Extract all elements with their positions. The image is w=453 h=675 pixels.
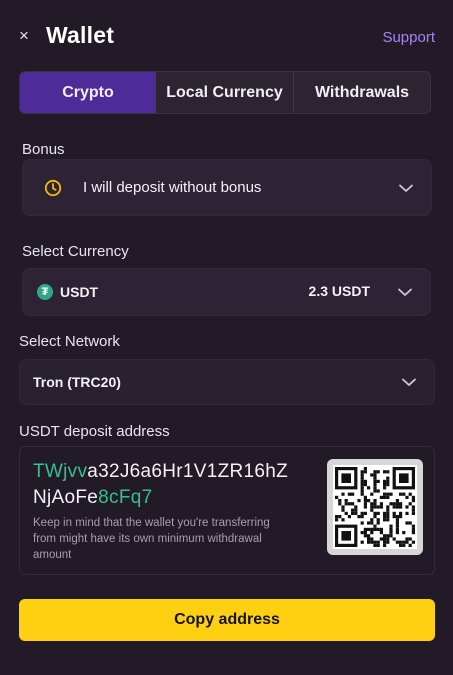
- chevron-down-icon: [398, 288, 412, 296]
- bonus-select[interactable]: I will deposit without bonus: [22, 159, 432, 216]
- deposit-address-line2[interactable]: NjAoFe8cFq7: [33, 487, 152, 509]
- chevron-down-icon: [399, 184, 413, 192]
- bonus-label: Bonus: [22, 141, 65, 158]
- usdt-icon: ₮: [37, 284, 53, 300]
- page-title: Wallet: [46, 22, 115, 48]
- close-icon[interactable]: ×: [17, 27, 31, 45]
- deposit-address-label: USDT deposit address: [19, 423, 170, 440]
- currency-select[interactable]: ₮ USDT 2.3 USDT: [22, 268, 431, 316]
- address-segment: a32J6a6Hr1V1ZR16hZ: [87, 461, 289, 482]
- tab-crypto[interactable]: Crypto: [20, 72, 156, 113]
- currency-balance: 2.3 USDT: [308, 283, 370, 299]
- address-segment: 8cFq7: [98, 487, 153, 508]
- copy-address-button[interactable]: Copy address: [19, 599, 435, 641]
- qr-code: [327, 459, 423, 555]
- deposit-address-line1[interactable]: TWjvva32J6a6Hr1V1ZR16hZ: [33, 461, 288, 483]
- wallet-tabs: Crypto Local Currency Withdrawals: [19, 71, 431, 114]
- deposit-address-box: TWjvva32J6a6Hr1V1ZR16hZ NjAoFe8cFq7 Keep…: [19, 446, 435, 575]
- network-select[interactable]: Tron (TRC20): [19, 359, 435, 405]
- clock-icon: [44, 179, 62, 197]
- header: × Wallet Support: [0, 0, 453, 72]
- support-link[interactable]: Support: [382, 29, 435, 46]
- network-value: Tron (TRC20): [33, 374, 121, 390]
- address-segment: NjAoFe: [33, 487, 99, 508]
- bonus-value: I will deposit without bonus: [83, 179, 262, 196]
- network-label: Select Network: [19, 333, 120, 350]
- qr-code-image: [333, 465, 417, 549]
- tab-local-currency[interactable]: Local Currency: [156, 72, 294, 113]
- tab-withdrawals[interactable]: Withdrawals: [294, 72, 430, 113]
- currency-label: Select Currency: [22, 243, 129, 260]
- currency-value: USDT: [60, 284, 99, 300]
- chevron-down-icon: [402, 378, 416, 386]
- deposit-note: Keep in mind that the wallet you're tran…: [33, 517, 270, 561]
- address-segment: TWjvv: [33, 461, 88, 482]
